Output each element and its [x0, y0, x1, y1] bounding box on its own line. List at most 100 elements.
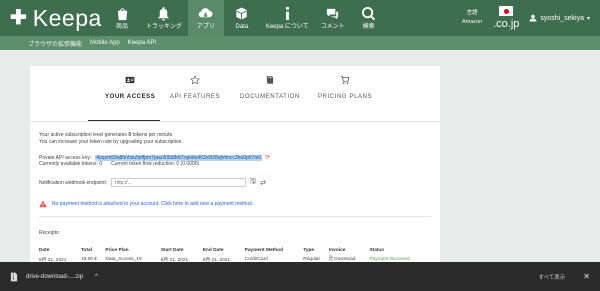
column-header: End Date	[202, 248, 224, 253]
show-all-button[interactable]: すべて表示	[538, 273, 565, 281]
cloud-download-icon	[198, 6, 214, 22]
download-filename: drive-download-....zip	[26, 273, 84, 280]
nav-items: 商品 トラッキング アプリ Data Keepa について コメント 検索	[104, 0, 387, 36]
token-rate-suffix: tokens per minute.	[132, 132, 174, 138]
nav-item-label: Keepa について	[265, 23, 309, 30]
add-payment-link[interactable]: No payment method is attached to your ac…	[52, 201, 253, 207]
section-divider	[39, 216, 431, 217]
warning-icon	[39, 200, 47, 208]
caret-down-icon: ▾	[586, 15, 590, 22]
document-icon: 🗎	[328, 256, 333, 262]
subnav-item-browser-extension[interactable]: ブラウザの拡張機能	[28, 39, 82, 48]
table-header-row: Date Total Price Plan Start Date End Dat…	[39, 248, 431, 255]
nav-item-comments[interactable]: コメント	[315, 0, 351, 36]
api-card: YOUR ACCESS API FEATURES DOCUMENTATION P…	[30, 66, 440, 281]
chevron-up-icon[interactable]: ^	[95, 274, 98, 280]
download-label: Download	[334, 256, 356, 262]
nav-item-label: トラッキング	[146, 23, 182, 30]
page-body: YOUR ACCESS API FEATURES DOCUMENTATION P…	[0, 50, 600, 281]
domain-text: .co.jp	[493, 18, 520, 30]
column-header: Payment Method	[244, 248, 284, 253]
refresh-icon[interactable]: ⟳	[265, 154, 270, 161]
webhook-label: Notification webhook endpoint:	[39, 179, 108, 186]
column-header: Total	[80, 248, 93, 253]
amazon-label: Amazon	[462, 19, 483, 25]
webhook-input[interactable]	[111, 178, 247, 187]
locale-selector[interactable]: 言語 Amazon	[457, 9, 487, 28]
tab-label: API FEATURES	[170, 94, 221, 100]
sub-navbar: ブラウザの拡張機能 Mobile App Keepa API	[0, 36, 600, 50]
token-rate-text: Your active subscription level generates…	[39, 132, 174, 138]
api-key-value[interactable]: 4uqsm59a8hnhsu9pffpm7pau906d8r67rqeido46…	[95, 154, 263, 161]
download-item[interactable]: drive-download-....zip ^	[10, 272, 98, 282]
column-header: Invoice	[328, 248, 346, 253]
nav-item-label: Data	[235, 23, 249, 30]
tab-label: PRICING PLANS	[318, 94, 373, 100]
receipts-label: Receipts:	[39, 230, 60, 236]
search-icon	[361, 6, 377, 22]
nav-item-data[interactable]: Data	[224, 0, 260, 36]
domain-selector[interactable]: .co.jp	[493, 6, 519, 30]
tab-bar: YOUR ACCESS API FEATURES DOCUMENTATION P…	[30, 74, 440, 122]
nav-item-label: アプリ	[196, 23, 215, 30]
api-key-row: Private API access key: 4uqsm59a8hnhsu9p…	[39, 154, 270, 161]
bell-icon	[156, 6, 172, 22]
nav-right: 言語 Amazon .co.jp syoshi_sekiya ▾	[457, 0, 600, 36]
column-header: Date	[39, 248, 50, 253]
download-bar: drive-download-....zip ^ すべて表示 ✕	[0, 262, 600, 291]
tab-divider	[30, 121, 440, 122]
close-icon[interactable]: ✕	[583, 272, 590, 281]
user-icon	[529, 14, 537, 22]
japan-flag-icon	[499, 6, 514, 16]
language-label: 言語	[466, 9, 478, 16]
logo-text: Keepa	[32, 4, 102, 31]
column-header: Status	[369, 248, 385, 253]
tokens-label: Currently available tokens:	[39, 161, 98, 167]
tokens-row: Currently available tokens: 0 Current to…	[39, 161, 199, 167]
cart-icon	[339, 74, 351, 86]
nav-item-search[interactable]: 検索	[351, 0, 387, 36]
tokens-value: 0	[99, 161, 103, 167]
nav-item-about[interactable]: Keepa について	[260, 0, 315, 36]
book-icon	[264, 74, 276, 86]
column-header: Price Plan	[105, 248, 129, 253]
column-header: Type	[303, 248, 315, 253]
chat-icon	[325, 6, 341, 22]
upgrade-hint: You can increase your token rate by upgr…	[39, 139, 183, 145]
tab-documentation[interactable]: DOCUMENTATION	[240, 74, 300, 100]
nav-item-label: 商品	[115, 23, 128, 30]
info-icon	[279, 6, 295, 22]
api-key-label: Private API access key:	[39, 154, 92, 161]
keepa-logo[interactable]: ✚ Keepa	[0, 0, 104, 36]
tab-your-access[interactable]: YOUR ACCESS	[105, 74, 155, 100]
payment-warning: No payment method is attached to your ac…	[39, 200, 253, 208]
swap-icon[interactable]: ⇄	[260, 179, 266, 187]
bag-icon	[114, 6, 130, 22]
plus-icon: ✚	[10, 7, 27, 29]
nav-item-apps[interactable]: アプリ	[187, 0, 224, 36]
star-icon	[189, 74, 201, 86]
user-menu[interactable]: syoshi_sekiya ▾	[529, 14, 590, 22]
subnav-item-mobile-app[interactable]: Mobile App	[90, 40, 120, 46]
top-navbar: ✚ Keepa 商品 トラッキング アプリ Data Keepa について コメ…	[0, 0, 600, 36]
tab-pricing-plans[interactable]: PRICING PLANS	[318, 74, 372, 100]
save-icon[interactable]: 🖫	[250, 177, 256, 188]
token-rate-value: 0	[128, 132, 132, 138]
webhook-row: Notification webhook endpoint: 🖫 ⇄	[39, 177, 266, 188]
username: syoshi_sekiya	[540, 14, 584, 22]
reduction-value: 0 (0.0000)	[176, 161, 200, 167]
id-card-icon	[124, 74, 136, 86]
cube-icon	[234, 6, 250, 22]
nav-item-label: コメント	[320, 23, 345, 30]
tab-api-features[interactable]: API FEATURES	[170, 74, 220, 100]
tab-label: YOUR ACCESS	[105, 94, 156, 100]
nav-item-label: 検索	[362, 23, 375, 30]
token-rate-prefix: Your active subscription level generates	[39, 132, 127, 138]
nav-item-products[interactable]: 商品	[104, 0, 140, 36]
subnav-item-keepa-api[interactable]: Keepa API	[128, 40, 156, 46]
tab-label: DOCUMENTATION	[240, 94, 300, 100]
reduction-label: Current token flow reduction:	[111, 161, 176, 167]
column-header: Start Date	[160, 248, 184, 253]
nav-item-tracking[interactable]: トラッキング	[140, 0, 188, 36]
file-icon	[10, 272, 18, 281]
